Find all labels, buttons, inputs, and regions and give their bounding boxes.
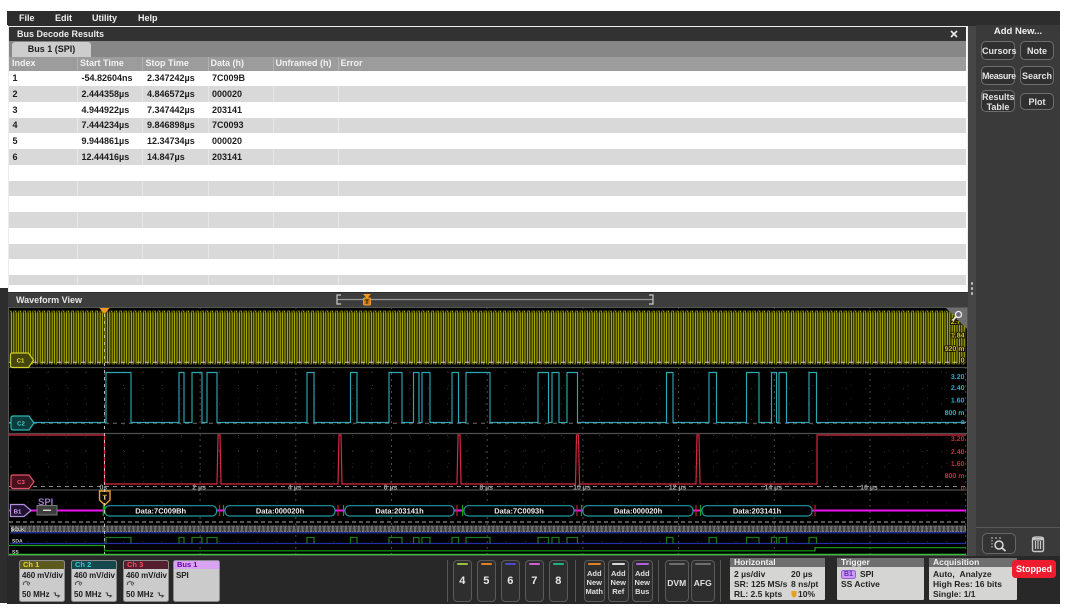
svg-text:C2: C2 [17, 420, 25, 427]
svg-text:C3: C3 [17, 479, 25, 486]
svg-text:Data:7C009Bh: Data:7C009Bh [135, 507, 186, 516]
svg-text:2.40: 2.40 [951, 449, 965, 456]
svg-text:1.60: 1.60 [951, 461, 965, 468]
svg-text:10 µs: 10 µs [573, 485, 591, 492]
svg-text:1.84: 1.84 [951, 333, 965, 340]
svg-text:6 µs: 6 µs [384, 485, 398, 492]
svg-text:12 µs: 12 µs [669, 485, 687, 492]
svg-text:Data:000020h: Data:000020h [614, 507, 663, 516]
svg-text:8 µs: 8 µs [479, 485, 493, 492]
svg-text:0: 0 [961, 486, 965, 493]
svg-text:800 m: 800 m [945, 410, 965, 417]
svg-text:SDA: SDA [12, 539, 23, 545]
svg-text:SCLK: SCLK [11, 527, 25, 533]
svg-text:800 m: 800 m [945, 473, 965, 480]
svg-text:3.20: 3.20 [951, 374, 965, 381]
svg-text:T: T [365, 300, 369, 306]
svg-text:2 µs: 2 µs [192, 485, 206, 492]
svg-text:920 m: 920 m [945, 346, 965, 353]
svg-text:SS: SS [12, 550, 19, 556]
svg-text:3.20: 3.20 [951, 436, 965, 443]
svg-text:2.40: 2.40 [951, 385, 965, 392]
svg-text:Data:203141h: Data:203141h [733, 507, 782, 516]
svg-text:0: 0 [961, 358, 965, 365]
svg-text:14 µs: 14 µs [764, 485, 782, 492]
svg-text:Data:203141h: Data:203141h [375, 507, 424, 516]
svg-text:Data:7C0093h: Data:7C0093h [494, 507, 544, 516]
svg-text:T: T [103, 493, 108, 502]
svg-text:16 µs: 16 µs [860, 485, 878, 492]
svg-text:Data:000020h: Data:000020h [256, 507, 305, 516]
svg-text:C1: C1 [17, 358, 25, 365]
svg-text:B1: B1 [14, 508, 22, 515]
svg-text:1.60: 1.60 [951, 397, 965, 404]
svg-text:4 µs: 4 µs [288, 485, 302, 492]
